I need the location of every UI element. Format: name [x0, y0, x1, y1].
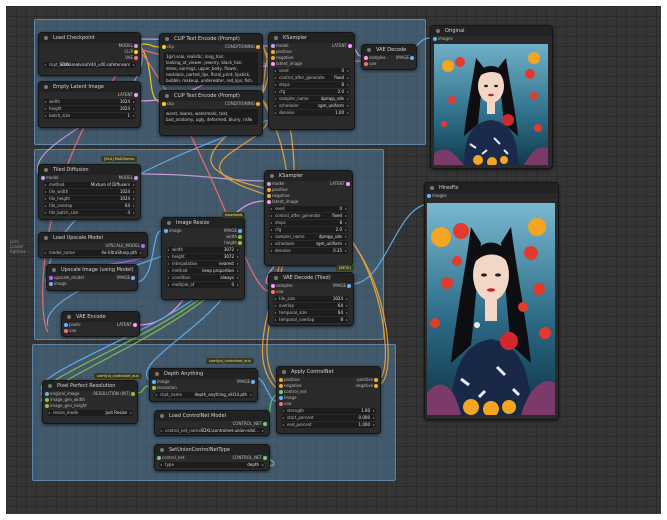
prompt-textarea[interactable]: 1girl,solo, realistic, long_hair, lookin… — [164, 52, 258, 84]
output-latent: LATENT — [39, 92, 140, 98]
temporal-overlap-widget[interactable]: temporal_overlap8 — [273, 317, 349, 323]
start-percent-widget[interactable]: start_percent0.000 — [281, 415, 376, 421]
clip-text-encode-positive-node[interactable]: CLIP Text Encode (Prompt) clip CONDITIONI… — [159, 33, 263, 85]
vae-decode-node[interactable]: VAE Decode samples IMAGE vae — [361, 44, 417, 70]
tile-batch-size-widget[interactable]: tile_batch_size4 — [43, 210, 136, 216]
upscale-image-node[interactable]: Upscale Image (using Model) upscale_mode… — [46, 264, 138, 291]
control-net-name-widget[interactable]: control_net_nameSDXL\controlnet-union-sd… — [159, 428, 265, 434]
vae-encode-node[interactable]: VAE Encode pixels LATENT vae — [61, 311, 140, 337]
apply-controlnet-node[interactable]: Apply ControlNet positive positive negati… — [276, 366, 381, 434]
pixel-perfect-badge: comfyui_controlnet_aux — [94, 373, 142, 379]
height-widget[interactable]: height3072 — [166, 254, 240, 260]
tiled-diffusion-badge: [BLA] MoD/Demo — [101, 156, 138, 162]
tile-height-widget[interactable]: tile_height1024 — [43, 196, 136, 202]
vae-decode-tiled-node[interactable]: VAE Decode (Tiled) samplesIMAGE vae tile… — [268, 272, 354, 326]
node-title[interactable]: VAE Encode — [62, 312, 139, 322]
denoise-widget[interactable]: denoise1.00 — [273, 110, 350, 116]
hiresfix-preview-image — [427, 203, 555, 415]
depth-anything-node[interactable]: Depth Anything imageIMAGE resolution ckp… — [149, 368, 258, 402]
interpolation-widget[interactable]: interpolationnearest — [166, 261, 240, 267]
node-title[interactable]: Image Resize — [162, 218, 244, 228]
seed-widget[interactable]: seed0 — [269, 206, 348, 212]
node-title[interactable]: HiresFix — [425, 183, 558, 193]
method-widget[interactable]: methodkeep proportion — [166, 268, 240, 274]
strength-widget[interactable]: strength1.00 — [281, 408, 376, 414]
scheduler-widget[interactable]: schedulersgm_uniform — [269, 241, 348, 247]
vae-decode-tiled-badge: [BETA] — [336, 265, 354, 271]
node-canvas[interactable]: Load Checkpoint MODEL CLIP VAE ckpt_name… — [6, 6, 661, 514]
seed-widget[interactable]: seed0 — [273, 68, 350, 74]
method-widget[interactable]: methodMixture of Diffusers — [43, 182, 136, 188]
tile-width-widget[interactable]: tile_width1024 — [43, 189, 136, 195]
cfg-widget[interactable]: cfg2.0 — [273, 89, 350, 95]
node-title[interactable]: Tiled Diffusion — [39, 165, 140, 175]
cfg-widget[interactable]: cfg2.0 — [269, 227, 348, 233]
width-widget[interactable]: width3072 — [166, 247, 240, 253]
depth-anything-badge: comfyui_controlnet_aux — [206, 358, 254, 364]
image-resize-node[interactable]: Image Resize imageIMAGE width height wid… — [161, 217, 245, 300]
node-title[interactable]: Load Checkpoint — [39, 33, 140, 43]
steps-widget[interactable]: steps8 — [273, 82, 350, 88]
overlap-widget[interactable]: overlap64 — [273, 303, 349, 309]
set-union-controlnet-type-node[interactable]: SetUnionControlNetType control_net CONTRO… — [154, 444, 270, 471]
node-title[interactable]: Load Upscale Model — [39, 233, 147, 243]
lora-loader-label: Lora Loader Rgthree — [10, 239, 26, 254]
original-preview-node[interactable]: Original images — [430, 25, 553, 169]
denoise-widget[interactable]: denoise0.35 — [269, 248, 348, 254]
width-widget[interactable]: width1024 — [43, 99, 136, 105]
empty-latent-node[interactable]: Empty Latent Image LATENT width1024 heig… — [38, 81, 141, 128]
node-title[interactable]: VAE Decode (Tiled) — [269, 273, 353, 283]
node-title[interactable]: Apply ControlNet — [277, 367, 380, 377]
original-preview-image — [434, 44, 548, 165]
sampler-name-widget[interactable]: sampler_namedpmpp_sde — [269, 234, 348, 240]
tile-size-widget[interactable]: tile_size1024 — [273, 296, 349, 302]
ksampler-base-node[interactable]: KSampler model LATENT positive negative l… — [268, 32, 355, 130]
node-title[interactable]: KSampler — [265, 171, 352, 181]
prompt-textarea[interactable]: worst, lowres, watermark, text, bad_anat… — [164, 109, 258, 125]
multiple-of-widget[interactable]: multiple_of0 — [166, 282, 240, 288]
pixel-perfect-resolution-node[interactable]: Pixel Perfect Resolution original_image R… — [42, 380, 138, 424]
node-title[interactable]: VAE Decode — [362, 45, 416, 55]
load-upscale-model-node[interactable]: Load Upscale Model UPSCALE_MODEL model_n… — [38, 232, 148, 258]
node-title[interactable]: Depth Anything — [150, 369, 257, 379]
ksampler-upscale-node[interactable]: KSampler model LATENT positive negative l… — [264, 170, 353, 266]
type-widget[interactable]: typedepth — [159, 462, 265, 468]
node-title[interactable]: Empty Latent Image — [39, 82, 140, 92]
node-title[interactable]: Pixel Perfect Resolution — [43, 381, 137, 391]
condition-widget[interactable]: conditionalways — [166, 275, 240, 281]
tile-overlap-widget[interactable]: tile_overlap64 — [43, 203, 136, 209]
node-title[interactable]: CLIP Text Encode (Prompt) — [160, 34, 262, 44]
resize-mode-widget[interactable]: resize_modeJust Resize — [47, 410, 133, 416]
tiled-diffusion-node[interactable]: Tiled Diffusion modelMODEL methodMixture… — [38, 164, 141, 220]
hiresfix-preview-node[interactable]: HiresFix images — [424, 182, 559, 420]
batch-size-widget[interactable]: batch_size1 — [43, 113, 136, 119]
node-title[interactable]: KSampler — [269, 33, 354, 43]
sampler-name-widget[interactable]: sampler_namedpmpp_sde — [273, 96, 350, 102]
node-title[interactable]: Upscale Image (using Model) — [47, 265, 137, 275]
load-controlnet-node[interactable]: Load ControlNet Model CONTROL_NET contro… — [154, 410, 270, 436]
node-title[interactable]: Load ControlNet Model — [155, 411, 269, 421]
temporal-size-widget[interactable]: temporal_size64 — [273, 310, 349, 316]
model-name-widget[interactable]: model_name4x-UltraSharp.pth — [43, 250, 143, 256]
node-title[interactable]: Original — [431, 26, 552, 36]
ckpt-name-widget[interactable]: ckpt_nameSDXL\realvisxlV40_v40.safetenso… — [43, 62, 136, 68]
steps-widget[interactable]: steps8 — [269, 220, 348, 226]
node-title[interactable]: SetUnionControlNetType — [155, 445, 269, 455]
output-vae: VAE — [39, 55, 140, 61]
node-title[interactable]: CLIP Text Encode (Prompt) — [160, 91, 262, 101]
clip-text-encode-negative-node[interactable]: CLIP Text Encode (Prompt) clip CONDITIONI… — [159, 90, 263, 136]
image-resize-badge: essentials — [222, 212, 246, 218]
end-percent-widget[interactable]: end_percent1.000 — [281, 422, 376, 428]
ckpt-name-widget[interactable]: ckpt_namedepth_anything_vitl14.pth — [154, 392, 253, 398]
load-checkpoint-node[interactable]: Load Checkpoint MODEL CLIP VAE ckpt_name… — [38, 32, 141, 76]
height-widget[interactable]: height1024 — [43, 106, 136, 112]
control-after-generate-widget[interactable]: control_after_generatefixed — [269, 213, 348, 219]
control-after-generate-widget[interactable]: control_after_generatefixed — [273, 75, 350, 81]
scheduler-widget[interactable]: schedulersgm_uniform — [273, 103, 350, 109]
